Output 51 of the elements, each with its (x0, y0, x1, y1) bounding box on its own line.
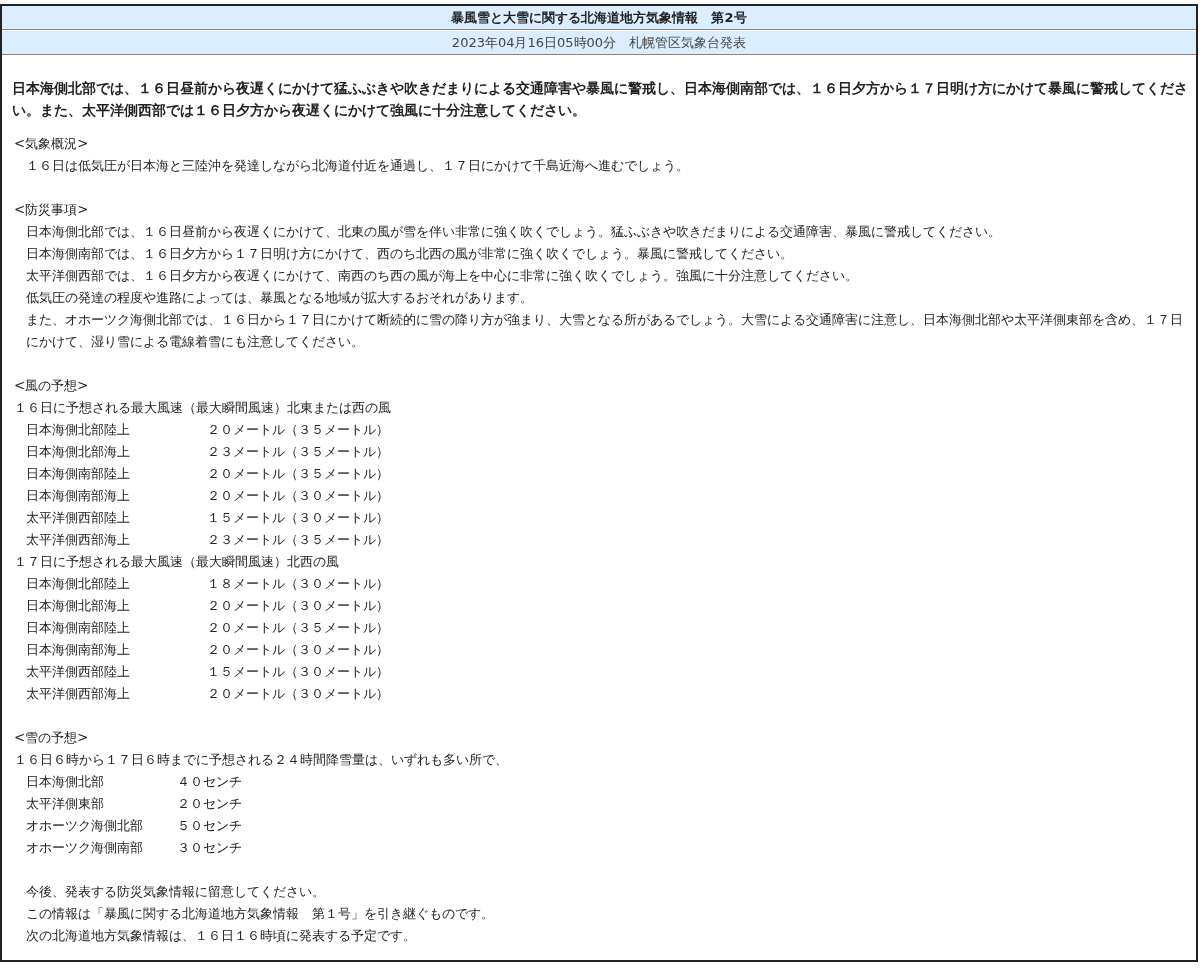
area-label: 太平洋側西部陸上 (26, 509, 131, 527)
forecast-value: １５メートル（３０メートル） (207, 663, 389, 681)
paragraph-text: 次の北海道地方気象情報は、１６日１６時頃に発表する予定です。 (25, 927, 417, 945)
forecast-value: ２０メートル（３５メートル） (207, 619, 389, 637)
forecast-value: ２０メートル（３０メートル） (207, 685, 389, 703)
paragraph-text: 低気圧の発達の程度や進路によっては、暴風となる地域が拡大するおそれがあります。 (25, 289, 534, 307)
area-label: 日本海側南部海上 (26, 641, 131, 659)
paragraph-text: また、オホーツク海側北部では、１６日から１７日にかけて断続的に雪の降り方が強まり、大雪となる所があるでしょう。大雪による交通障害に注意し、日本海側北部や太平洋側東部を含め、１７日にかけて、湿り雪による電線着雪にも注意してください。 (25, 311, 1184, 351)
area-label: 日本海側北部陸上 (26, 575, 131, 593)
forecast-intro: １７日に予想される最大風速（最大瞬間風速）北西の風 (13, 553, 340, 571)
forecast-value: ２０メートル（３０メートル） (207, 641, 389, 659)
area-label: 太平洋側西部海上 (26, 531, 131, 549)
paragraph-text: 日本海側北部では、１６日昼前から夜遅くにかけて、北東の風が雪を伴い非常に強く吹くでしょう。猛ふぶきや吹きだまりによる交通障害、暴風に警戒してください。 (25, 223, 1002, 241)
forecast-value: ２０センチ (177, 795, 242, 813)
forecast-intro: １６日６時から１７日６時までに予想される２４時間降雪量は、いずれも多い所で、 (13, 751, 509, 769)
area-label: 太平洋側東部 (26, 795, 105, 813)
forecast-value: ３０センチ (177, 839, 242, 857)
forecast-value: ２３メートル（３５メートル） (207, 443, 389, 461)
paragraph-text: １６日は低気圧が日本海と三陸沖を発達しながら北海道付近を通過し、１７日にかけて千島近海へ進むでしょう。 (25, 157, 690, 175)
area-label: 太平洋側西部海上 (26, 685, 131, 703)
forecast-intro: １６日に予想される最大風速（最大瞬間風速）北東または西の風 (13, 399, 392, 417)
forecast-value: ２０メートル（３０メートル） (207, 487, 389, 505)
area-label: 日本海側南部海上 (26, 487, 131, 505)
area-label: 日本海側北部海上 (26, 597, 131, 615)
section-heading: <気象概況> (13, 135, 90, 153)
forecast-value: ４０センチ (177, 773, 242, 791)
issued-date: 2023年04月16日05時00分 札幌管区気象台発表 (2, 30, 1196, 55)
headline-text: 日本海側北部では、１６日昼前から夜遅くにかけて猛ふぶきや吹きだまりによる交通障害や暴風に警戒し、日本海側南部では、１６日夕方から１７日明け方にかけて暴風に警戒してください。また、太平洋側西部では１６日夕方から夜遅くにかけて強風に十分注意してください。 (12, 79, 1188, 120)
area-label: 日本海側北部 (26, 773, 105, 791)
forecast-value: ２０メートル（３５メートル） (207, 421, 389, 439)
area-label: 日本海側南部陸上 (26, 465, 131, 483)
forecast-value: ２３メートル（３５メートル） (207, 531, 389, 549)
paragraph-text: 日本海側南部では、１６日夕方から１７日明け方にかけて、西のち北西の風が非常に強く吹くでしょう。暴風に警戒してください。 (25, 245, 794, 263)
area-label: 日本海側北部海上 (26, 443, 131, 461)
forecast-value: ２０メートル（３０メートル） (207, 597, 389, 615)
section-heading: <風の予想> (13, 377, 90, 395)
forecast-value: ５０センチ (177, 817, 242, 835)
area-label: 日本海側北部陸上 (26, 421, 131, 439)
paragraph-text: 太平洋側西部では、１６日夕方から夜遅くにかけて、南西のち西の風が海上を中心に非常に強く吹くでしょう。強風に十分注意してください。 (25, 267, 859, 285)
forecast-value: １８メートル（３０メートル） (207, 575, 389, 593)
area-label: オホーツク海側南部 (26, 839, 144, 857)
area-label: 日本海側南部陸上 (26, 619, 131, 637)
area-label: オホーツク海側北部 (26, 817, 144, 835)
section-heading: <防災事項> (13, 201, 90, 219)
area-label: 太平洋側西部陸上 (26, 663, 131, 681)
paragraph-text: 今後、発表する防災気象情報に留意してください。 (25, 883, 326, 901)
bulletin-title: 暴風雪と大雪に関する北海道地方気象情報 第2号 (2, 6, 1196, 30)
forecast-value: １５メートル（３０メートル） (207, 509, 389, 527)
section-heading: <雪の予想> (13, 729, 90, 747)
forecast-value: ２０メートル（３５メートル） (207, 465, 389, 483)
paragraph-text: この情報は「暴風に関する北海道地方気象情報 第１号」を引き継ぐものです。 (25, 905, 495, 923)
